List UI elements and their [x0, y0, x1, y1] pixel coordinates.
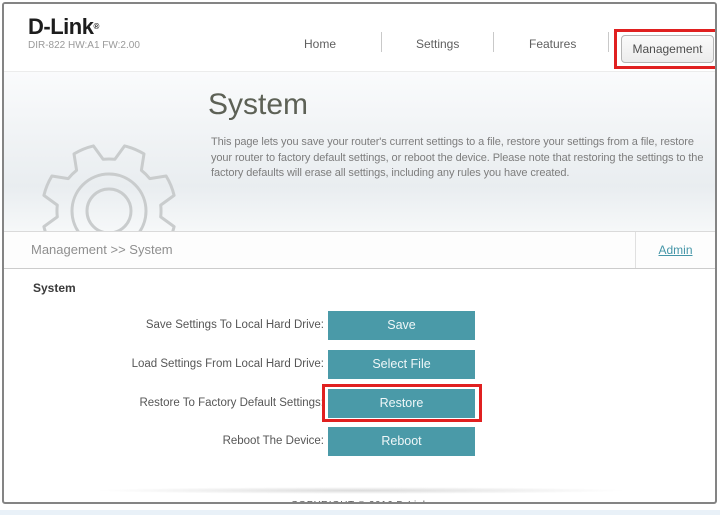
page-title: System [208, 88, 308, 122]
brand-block: D-Link® DIR-822 HW:A1 FW:2.00 [28, 15, 140, 51]
page-banner: System This page lets you save your rout… [4, 71, 715, 231]
reboot-button[interactable]: Reboot [328, 427, 475, 456]
breadcrumb-bar: Management >> System Admin [4, 231, 715, 269]
row-label: Restore To Factory Default Settings: [32, 389, 324, 418]
row-label: Reboot The Device: [32, 427, 324, 456]
row-label: Save Settings To Local Hard Drive: [32, 311, 324, 340]
annotation-box-management [614, 29, 717, 69]
nav-item-home[interactable]: Home [304, 37, 336, 51]
select-file-button[interactable]: Select File [328, 350, 475, 379]
row-label: Load Settings From Local Hard Drive: [32, 350, 324, 379]
nav-separator [493, 32, 494, 52]
page-bottom-strip [0, 510, 720, 515]
annotation-box-restore [322, 384, 482, 422]
nav-separator [608, 32, 609, 52]
device-model-label: DIR-822 HW:A1 FW:2.00 [28, 40, 140, 51]
settings-row-restore: Restore To Factory Default Settings: Res… [4, 389, 715, 418]
nav-separator [381, 32, 382, 52]
logo-text: D-Link [28, 14, 93, 39]
router-admin-window: D-Link® DIR-822 HW:A1 FW:2.00 Home Setti… [2, 2, 717, 504]
save-button[interactable]: Save [328, 311, 475, 340]
admin-cell: Admin [635, 232, 715, 268]
dlink-logo: D-Link® [28, 15, 140, 39]
settings-row-load: Load Settings From Local Hard Drive: Sel… [4, 350, 715, 379]
settings-row-save: Save Settings To Local Hard Drive: Save [4, 311, 715, 340]
gear-icon [31, 127, 191, 231]
nav-item-settings[interactable]: Settings [416, 37, 459, 51]
copyright-text-cutoff: COPYRIGHT © 2016 D-Link [4, 500, 715, 504]
breadcrumb: Management >> System [31, 232, 173, 268]
section-title: System [33, 281, 76, 295]
nav-item-features[interactable]: Features [529, 37, 576, 51]
card-bottom-shadow [94, 487, 628, 494]
registered-mark: ® [93, 22, 98, 31]
header: D-Link® DIR-822 HW:A1 FW:2.00 Home Setti… [4, 4, 715, 71]
page-description: This page lets you save your router's cu… [211, 135, 711, 182]
settings-row-reboot: Reboot The Device: Reboot [4, 427, 715, 456]
admin-link[interactable]: Admin [658, 243, 692, 257]
footer-divider [31, 469, 691, 470]
